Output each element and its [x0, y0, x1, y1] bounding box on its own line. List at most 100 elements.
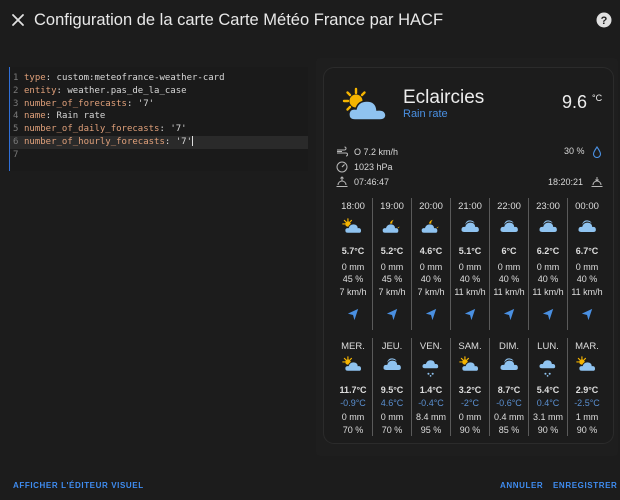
hourly-forecast-column: 20:00 4.6°C 0 mm 40 % 7 km/h [413, 196, 449, 331]
line-number: 1 [13, 73, 19, 83]
forecast-rain: 0 mm [458, 412, 482, 422]
column-divider [411, 338, 412, 436]
yaml-key: number_of_daily_forecasts [24, 124, 160, 135]
forecast-rain: 0.4 mm [493, 412, 524, 422]
yaml-value: weather.pas_de_la_case [67, 85, 187, 96]
partly-cloudy-day-icon [459, 356, 479, 372]
text-cursor [192, 136, 193, 147]
wind-icon [337, 146, 348, 157]
close-button[interactable] [8, 10, 28, 30]
editor-line[interactable]: 2 entity: weather.pas_de_la_case [10, 85, 308, 98]
editor-line[interactable]: 5 number_of_daily_forecasts: '7' [10, 123, 308, 136]
forecast-probability: 40 % [459, 274, 481, 284]
line-number: 2 [13, 85, 19, 96]
dialog-header: Configuration de la carte Carte Météo Fr… [0, 0, 620, 40]
editor-line[interactable]: 6 number_of_hourly_forecasts: '7' [10, 135, 308, 149]
forecast-probability: 40 % [537, 274, 559, 284]
sunset-time: 18:20:21 [548, 177, 584, 187]
yaml-key: name [24, 111, 46, 122]
daily-forecast-column: MAR. 2.9°C -2.5°C 1 mm 90 % [569, 336, 605, 440]
hourly-forecast-column: 22:00 6°C 0 mm 40 % 11 km/h [491, 196, 527, 331]
forecast-probability: 40 % [576, 274, 598, 284]
forecast-probability: 45 % [342, 274, 364, 284]
forecast-wind: 11 km/h [454, 287, 486, 297]
forecast-probability: 85 % [498, 425, 520, 435]
yaml-key: type [24, 73, 46, 83]
forecast-rain: 0 mm [536, 262, 560, 272]
forecast-probability: 90 % [459, 425, 481, 435]
snowy-icon [421, 359, 440, 377]
snowy-icon [538, 359, 557, 377]
column-divider [528, 198, 529, 330]
forecast-high-temperature: 9.5°C [380, 385, 404, 395]
forecast-rain: 0 mm [419, 262, 443, 272]
forecast-probability: 70 % [342, 425, 364, 435]
sunrise-time: 07:46:47 [354, 177, 390, 187]
cancel-button[interactable]: ANNULER [500, 481, 543, 490]
column-divider [489, 198, 490, 330]
forecast-temperature: 5.7°C [341, 246, 365, 256]
daily-forecast-column: LUN. 5.4°C 0.4°C 3.1 mm 90 % [530, 336, 566, 440]
code-text: type: custom:meteofrance-weather-card [24, 73, 225, 83]
forecast-high-temperature: 1.4°C [419, 385, 443, 395]
forecast-wind: 11 km/h [532, 287, 564, 297]
forecast-probability: 40 % [498, 274, 520, 284]
yaml-editor[interactable]: 1 type: custom:meteofrance-weather-card 2 e… [9, 67, 308, 171]
save-button[interactable]: ENREGISTRER [553, 481, 617, 490]
editor-line[interactable]: 3 number_of_forecasts: '7' [10, 98, 308, 111]
sunset-icon [591, 177, 603, 187]
editor-line[interactable]: 4 name: Rain rate [10, 110, 308, 123]
help-button[interactable]: ? [595, 11, 613, 29]
code-text: number_of_hourly_forecasts: '7' [24, 136, 193, 147]
code-text: entity: weather.pas_de_la_case [24, 85, 187, 96]
raindrop-icon [592, 146, 602, 158]
sunrise-icon [336, 176, 348, 187]
forecast-low-temperature: -0.9°C [340, 398, 366, 408]
wind-direction-icon [386, 308, 397, 321]
forecast-probability: 45 % [381, 274, 403, 284]
partly-cloudy-day-icon [576, 356, 596, 372]
forecast-rain: 0 mm [380, 262, 404, 272]
editor-line[interactable]: 7 [10, 149, 308, 162]
yaml-value: custom:meteofrance-weather-card [56, 73, 225, 83]
forecast-rain: 0 mm [575, 262, 599, 272]
show-visual-editor-button[interactable]: AFFICHER L'ÉDITEUR VISUEL [13, 481, 144, 490]
yaml-key: number_of_forecasts [24, 98, 127, 109]
partly-cloudy-day-icon [342, 218, 362, 234]
forecast-rain: 3.1 mm [532, 412, 563, 422]
forecast-rain: 8.4 mm [415, 412, 446, 422]
wind-direction-icon [464, 308, 475, 321]
forecast-low-temperature: 4.6°C [380, 398, 404, 408]
line-number: 5 [13, 124, 19, 135]
partly-cloudy-night-icon [381, 219, 400, 234]
forecast-rain: 0 mm [497, 262, 521, 272]
close-icon [12, 14, 24, 26]
forecast-day: DIM. [498, 341, 520, 352]
line-number: 3 [13, 98, 19, 109]
wind-direction-icon [542, 308, 553, 321]
forecast-day: MAR. [575, 341, 599, 352]
forecast-high-temperature: 3.2°C [458, 385, 482, 395]
column-divider [372, 338, 373, 436]
forecast-probability: 90 % [576, 425, 598, 435]
partly-cloudy-day-icon [342, 87, 387, 121]
forecast-hour: 20:00 [419, 201, 443, 212]
current-condition: Eclaircies [403, 87, 485, 108]
forecast-day: JEU. [381, 341, 403, 352]
hourly-forecast-column: 23:00 6.2°C 0 mm 40 % 11 km/h [530, 196, 566, 331]
forecast-rain: 0 mm [341, 262, 365, 272]
forecast-low-temperature: -0.6°C [496, 398, 522, 408]
daily-forecast-column: JEU. 9.5°C 4.6°C 0 mm 70 % [374, 336, 410, 440]
precip-probability: 30 % [564, 146, 585, 156]
line-number: 6 [13, 136, 19, 147]
hourly-forecast-column: 19:00 5.2°C 0 mm 45 % 7 km/h [374, 196, 410, 331]
svg-text:?: ? [601, 15, 608, 27]
editor-line[interactable]: 1 type: custom:meteofrance-weather-card [10, 72, 308, 85]
yaml-value: Rain rate [56, 111, 106, 122]
forecast-high-temperature: 5.4°C [536, 385, 560, 395]
yaml-value: '7' [175, 136, 192, 147]
daily-forecast-column: MER. 11.7°C -0.9°C 0 mm 70 % [335, 336, 371, 440]
hourly-forecast-column: 18:00 5.7°C 0 mm 45 % 7 km/h [335, 196, 371, 331]
wind-direction-icon [503, 308, 514, 321]
column-divider [450, 338, 451, 436]
